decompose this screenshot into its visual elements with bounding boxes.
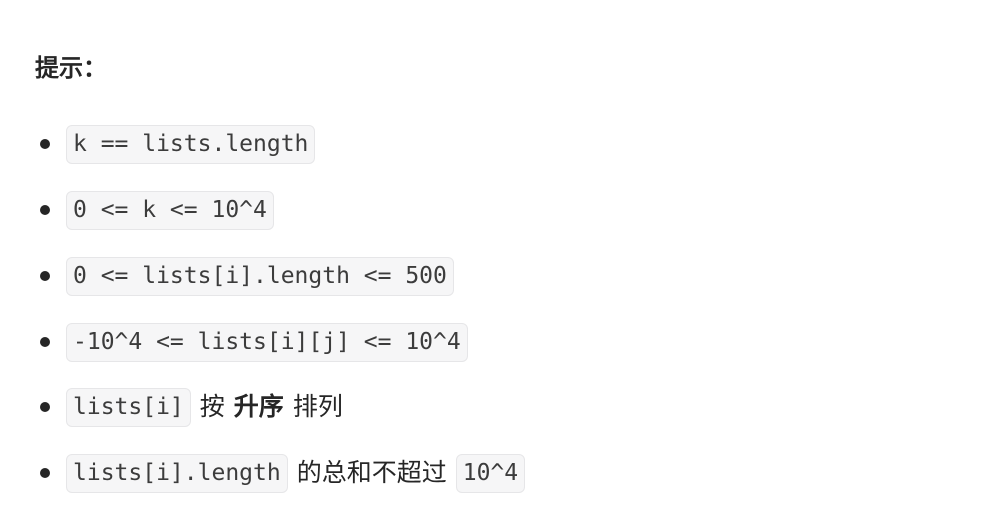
plain-text: 按 bbox=[199, 392, 225, 421]
inline-code: lists[i].length bbox=[66, 453, 288, 493]
inline-code: lists[i] bbox=[66, 387, 191, 427]
inline-code: k == lists.length bbox=[66, 124, 316, 164]
list-item-content: lists[i] 按 升序 排列 bbox=[66, 387, 352, 427]
bullet-dot-icon bbox=[40, 468, 50, 478]
list-item-content: -10^4 <= lists[i][j] <= 10^4 bbox=[66, 322, 468, 362]
bullet-dot-icon bbox=[40, 205, 50, 215]
plain-text: 排列 bbox=[292, 392, 343, 421]
hints-heading: 提示： bbox=[35, 54, 107, 82]
list-item-content: 0 <= lists[i].length <= 500 bbox=[66, 256, 454, 296]
inline-code: 0 <= k <= 10^4 bbox=[66, 190, 274, 230]
plain-text: 的总和不超过 bbox=[296, 458, 447, 487]
inline-code: 10^4 bbox=[455, 453, 526, 493]
inline-code: -10^4 <= lists[i][j] <= 10^4 bbox=[66, 322, 468, 362]
bullet-dot-icon bbox=[40, 271, 50, 281]
hints-section: 提示： k == lists.length 0 <= k <= 10^4 0 <… bbox=[0, 0, 984, 530]
bullet-dot-icon bbox=[40, 402, 50, 412]
bullet-dot-icon bbox=[40, 337, 50, 347]
list-item-content: lists[i].length 的总和不超过 10^4 bbox=[66, 453, 526, 493]
inline-code: 0 <= lists[i].length <= 500 bbox=[66, 256, 454, 296]
bullet-dot-icon bbox=[40, 139, 50, 149]
bold-text: 升序 bbox=[233, 392, 284, 421]
list-item-content: 0 <= k <= 10^4 bbox=[66, 190, 274, 230]
list-item-content: k == lists.length bbox=[66, 124, 316, 164]
